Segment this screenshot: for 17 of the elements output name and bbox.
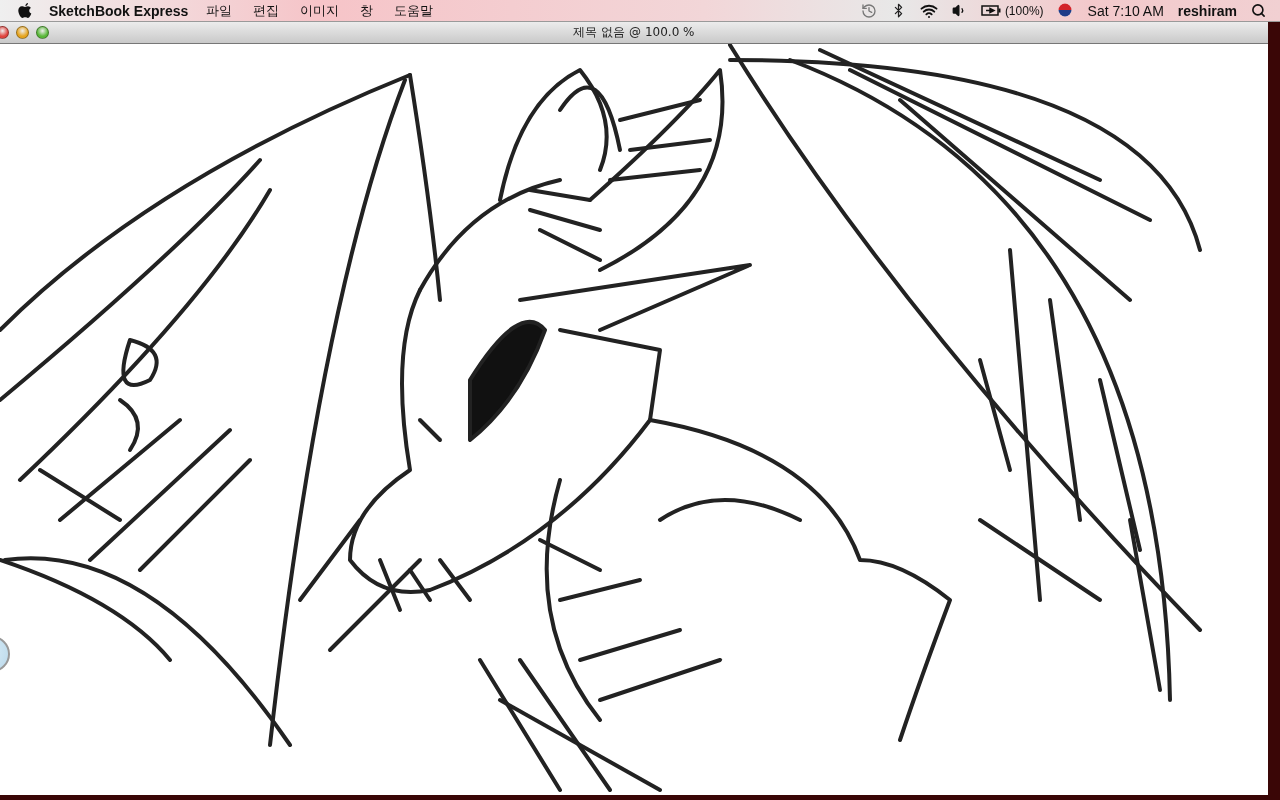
zoom-button[interactable] bbox=[36, 26, 49, 39]
battery-charging-icon[interactable] bbox=[980, 5, 1001, 16]
battery-percentage: (100%) bbox=[1004, 3, 1044, 18]
menu-item[interactable]: 파일 bbox=[206, 1, 233, 20]
apple-logo-icon[interactable] bbox=[18, 2, 32, 19]
search-icon[interactable] bbox=[1251, 3, 1266, 18]
minimize-button[interactable] bbox=[16, 26, 29, 39]
menu-item[interactable]: 이미지 bbox=[300, 1, 340, 20]
input-flag-icon[interactable] bbox=[1057, 2, 1074, 19]
user-name-menu[interactable]: reshiram bbox=[1177, 2, 1237, 19]
menu-item[interactable]: 도움말 bbox=[394, 1, 434, 20]
menu-item[interactable]: 창 bbox=[360, 1, 374, 20]
window-title: 제목 없음 @ 100.0 % bbox=[573, 24, 695, 41]
menu-clock[interactable]: Sat 7:10 AM bbox=[1087, 2, 1164, 19]
menu-item[interactable]: 편집 bbox=[253, 1, 280, 20]
history-clock-icon[interactable] bbox=[860, 2, 877, 19]
app-menu[interactable]: SketchBook Express bbox=[49, 2, 189, 19]
